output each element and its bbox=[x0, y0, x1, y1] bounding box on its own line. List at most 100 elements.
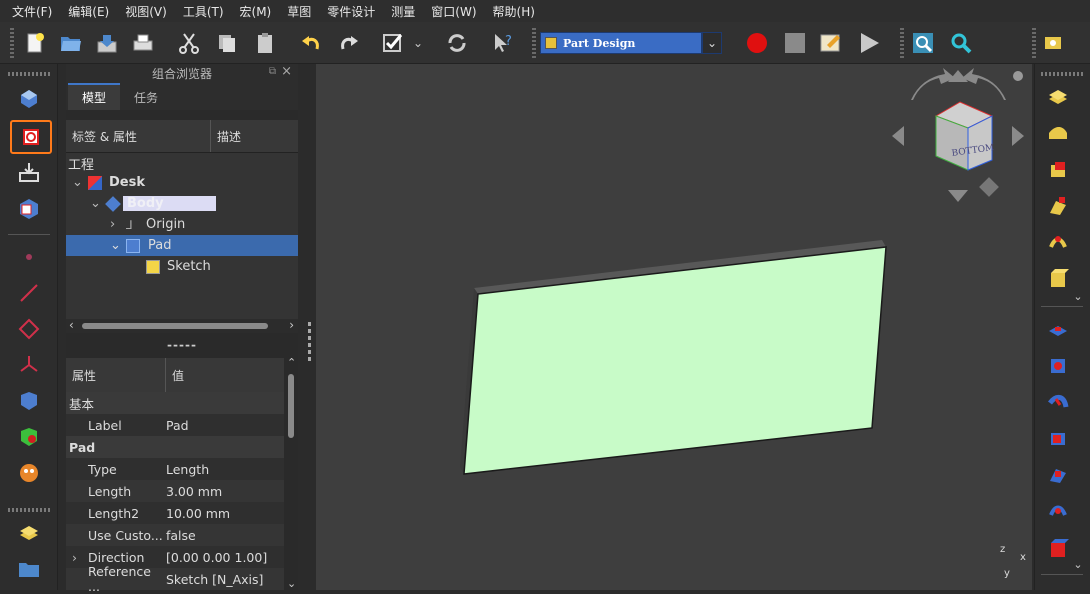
groove-icon[interactable] bbox=[1043, 388, 1073, 416]
close-icon[interactable]: × bbox=[281, 64, 292, 79]
pad-feature-icon[interactable] bbox=[14, 518, 44, 548]
zoom-icon[interactable] bbox=[946, 28, 976, 58]
cut-icon[interactable] bbox=[174, 28, 204, 58]
create-sketch-icon[interactable] bbox=[10, 120, 52, 154]
copy-icon[interactable] bbox=[212, 28, 242, 58]
measure-icon[interactable] bbox=[1040, 28, 1070, 58]
run-macro-icon[interactable] bbox=[854, 28, 884, 58]
menu-sketch[interactable]: 草图 bbox=[279, 3, 319, 20]
subtractive-pipe-icon[interactable] bbox=[1043, 460, 1073, 488]
expand-arrow-icon[interactable]: ⌄ bbox=[110, 238, 126, 253]
expand-arrow-icon[interactable]: ⌄ bbox=[72, 175, 88, 190]
tree-header-description[interactable]: 描述 bbox=[211, 120, 247, 152]
print-icon[interactable] bbox=[128, 28, 158, 58]
3d-scene[interactable]: BOTTOM z x y bbox=[316, 64, 1032, 590]
property-vertical-scrollbar[interactable]: ⌃ ⌄ bbox=[284, 356, 298, 590]
subtractive-loft-icon[interactable] bbox=[1043, 424, 1073, 452]
pad-icon[interactable] bbox=[1043, 84, 1073, 112]
menu-view[interactable]: 视图(V) bbox=[117, 3, 175, 20]
toolbar-grip[interactable] bbox=[8, 72, 50, 76]
clone-icon[interactable] bbox=[14, 458, 44, 488]
paste-icon[interactable] bbox=[250, 28, 280, 58]
tree-header-label[interactable]: 标签 & 属性 bbox=[66, 120, 211, 152]
tree-item-body[interactable]: ⌄ Body bbox=[66, 193, 298, 214]
menu-edit[interactable]: 编辑(E) bbox=[60, 3, 117, 20]
tree-item-pad[interactable]: ⌄ Pad bbox=[66, 235, 298, 256]
expand-arrow-icon[interactable]: › bbox=[72, 550, 77, 565]
sub-shape-binder-icon[interactable] bbox=[14, 194, 44, 224]
edit-macro-icon[interactable] bbox=[816, 28, 846, 58]
additive-pipe-icon[interactable] bbox=[1043, 192, 1073, 220]
record-macro-icon[interactable] bbox=[742, 28, 772, 58]
property-row-label[interactable]: Label Pad bbox=[66, 414, 284, 436]
save-icon[interactable] bbox=[92, 28, 122, 58]
datum-plane-icon[interactable] bbox=[14, 314, 44, 344]
workbench-dropdown-arrow[interactable]: ⌄ bbox=[702, 32, 722, 54]
menu-measure[interactable]: 测量 bbox=[383, 3, 423, 20]
sub-shape-binder-green-icon[interactable] bbox=[14, 422, 44, 452]
tab-model[interactable]: 模型 bbox=[68, 83, 121, 110]
shape-binder-icon[interactable] bbox=[14, 386, 44, 416]
menu-window[interactable]: 窗口(W) bbox=[423, 3, 484, 20]
menu-file[interactable]: 文件(F) bbox=[4, 3, 60, 20]
recompute-icon[interactable] bbox=[442, 28, 472, 58]
float-panel-icon[interactable]: ⧉ bbox=[269, 66, 276, 77]
hole-icon[interactable] bbox=[1043, 352, 1073, 380]
chevron-down-icon[interactable]: ⌄ bbox=[408, 28, 428, 58]
tab-tasks[interactable]: 任务 bbox=[120, 85, 172, 110]
toolbar-grip[interactable] bbox=[1041, 72, 1083, 76]
toolbar-grip[interactable] bbox=[900, 28, 904, 58]
scroll-left-icon[interactable]: ‹ bbox=[69, 318, 74, 332]
property-header-name[interactable]: 属性 bbox=[66, 358, 166, 392]
scroll-down-icon[interactable]: ⌄ bbox=[287, 577, 296, 590]
workbench-selector[interactable]: Part Design bbox=[540, 32, 702, 54]
property-row-length2[interactable]: Length2 10.00 mm bbox=[66, 502, 284, 524]
zoom-fit-icon[interactable] bbox=[908, 28, 938, 58]
property-group-basic[interactable]: 基本 bbox=[66, 392, 284, 414]
open-folder-icon[interactable] bbox=[56, 28, 86, 58]
toolbar-grip[interactable] bbox=[8, 508, 50, 512]
subtractive-helix-icon[interactable] bbox=[1043, 496, 1073, 524]
toolbar-grip[interactable] bbox=[10, 28, 14, 58]
create-body-icon[interactable] bbox=[14, 84, 44, 114]
property-row-use-custom[interactable]: Use Custo... false bbox=[66, 524, 284, 546]
property-header-value[interactable]: 值 bbox=[166, 358, 184, 392]
tree-item-origin[interactable]: › ⅃ Origin bbox=[66, 214, 298, 235]
property-row-type[interactable]: Type Length bbox=[66, 458, 284, 480]
undo-icon[interactable] bbox=[296, 28, 326, 58]
whats-this-icon[interactable]: ? bbox=[488, 28, 518, 58]
scroll-up-icon[interactable]: ⌃ bbox=[287, 356, 296, 369]
menu-help[interactable]: 帮助(H) bbox=[485, 3, 543, 20]
tree-horizontal-scrollbar[interactable]: ‹ › bbox=[66, 318, 298, 333]
tree-item-sketch[interactable]: Sketch bbox=[66, 256, 298, 277]
property-row-reference[interactable]: Reference ... Sketch [N_Axis] bbox=[66, 564, 284, 594]
refresh-check-icon[interactable] bbox=[378, 28, 408, 58]
additive-loft-icon[interactable] bbox=[1043, 156, 1073, 184]
datum-point-icon[interactable] bbox=[14, 240, 44, 270]
panel-resize-handle[interactable] bbox=[308, 322, 311, 362]
scroll-right-icon[interactable]: › bbox=[289, 318, 294, 332]
datum-line-icon[interactable] bbox=[14, 278, 44, 308]
validate-sketch-icon[interactable] bbox=[14, 158, 44, 188]
panel-splitter[interactable]: ----- bbox=[66, 338, 298, 352]
toolbar-grip[interactable] bbox=[1032, 28, 1036, 58]
folder-icon[interactable] bbox=[14, 554, 44, 584]
expand-arrow-icon[interactable]: › bbox=[110, 217, 126, 232]
menu-macro[interactable]: 宏(M) bbox=[232, 3, 280, 20]
navigation-cube[interactable]: BOTTOM bbox=[892, 68, 1024, 202]
pocket-icon[interactable] bbox=[1043, 316, 1073, 344]
property-group-pad[interactable]: Pad bbox=[66, 436, 284, 458]
scrollbar-thumb[interactable] bbox=[82, 323, 268, 329]
menu-tools[interactable]: 工具(T) bbox=[175, 3, 232, 20]
stop-macro-icon[interactable] bbox=[780, 28, 810, 58]
toolbar-grip[interactable] bbox=[532, 28, 536, 58]
menu-part-design[interactable]: 零件设计 bbox=[319, 3, 383, 20]
local-coordinate-system-icon[interactable] bbox=[14, 350, 44, 380]
3d-viewport[interactable]: BOTTOM z x y bbox=[316, 64, 1032, 590]
scrollbar-thumb[interactable] bbox=[288, 374, 294, 438]
property-row-length[interactable]: Length 3.00 mm bbox=[66, 480, 284, 502]
tree-item-desk[interactable]: ⌄ Desk bbox=[66, 172, 298, 193]
redo-icon[interactable] bbox=[334, 28, 364, 58]
additive-helix-icon[interactable] bbox=[1043, 228, 1073, 256]
new-file-icon[interactable] bbox=[20, 28, 50, 58]
